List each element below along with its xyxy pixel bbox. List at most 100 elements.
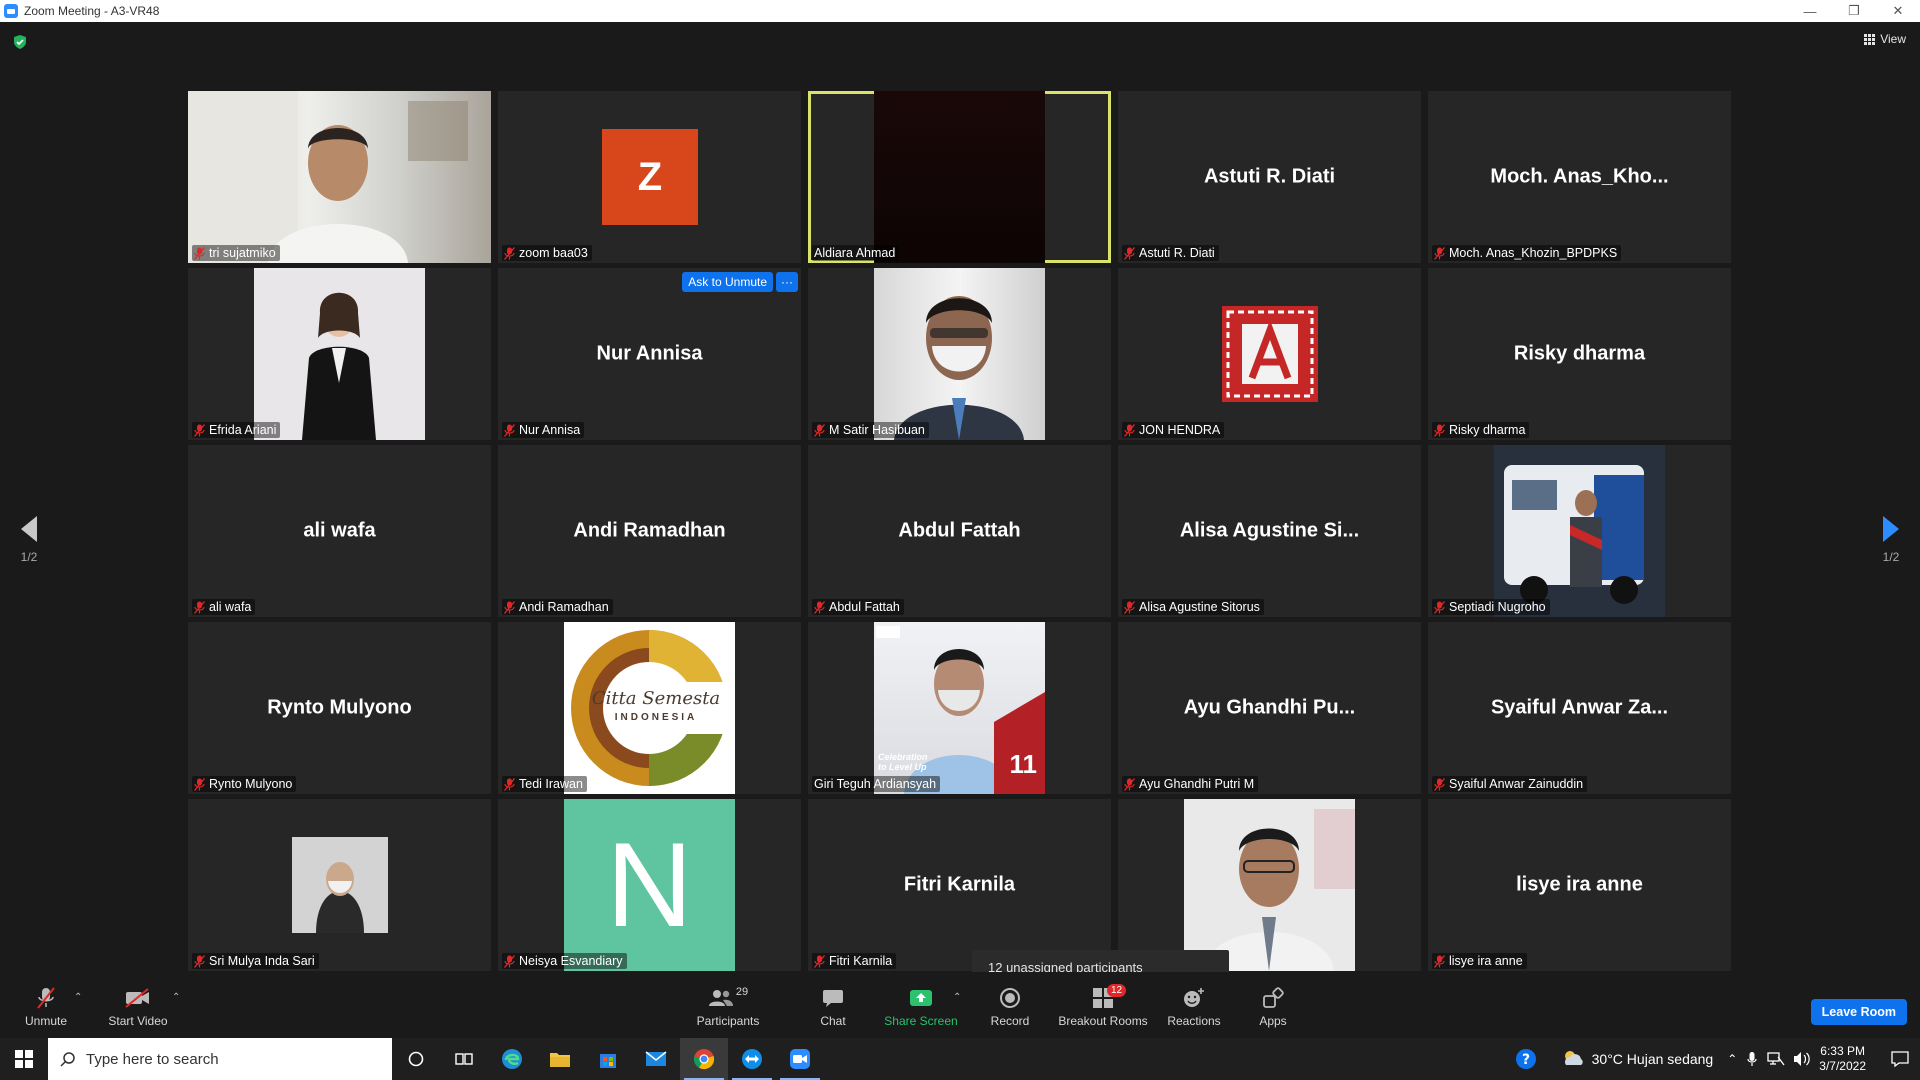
- participant-tile[interactable]: Abdul Fattah Abdul Fattah: [808, 445, 1111, 617]
- share-screen-label: Share Screen: [884, 1014, 958, 1028]
- start-video-button[interactable]: Start Video: [98, 986, 178, 1028]
- ask-to-unmute-button[interactable]: Ask to Unmute: [682, 272, 773, 292]
- participant-name-label: Abdul Fattah: [812, 599, 904, 615]
- participant-video: [874, 268, 1045, 440]
- participant-tile[interactable]: Andi Ramadhan Andi Ramadhan: [498, 445, 801, 617]
- participant-big-name: Nur Annisa: [596, 342, 703, 365]
- microphone-icon[interactable]: [1747, 1051, 1757, 1067]
- chat-button[interactable]: Chat: [793, 986, 873, 1028]
- apps-button[interactable]: Apps: [1233, 986, 1313, 1028]
- participant-video: [188, 91, 491, 263]
- help-button[interactable]: ?: [1502, 1038, 1550, 1080]
- participant-tile[interactable]: Septiadi Nugroho: [1428, 445, 1731, 617]
- participant-tile[interactable]: Celebration to Level Up 11 Giri Teguh Ardi…: [808, 622, 1111, 794]
- notifications-button[interactable]: [1880, 1038, 1920, 1080]
- close-button[interactable]: ✕: [1876, 0, 1920, 22]
- microphone-muted-icon: [814, 954, 825, 968]
- leave-room-button[interactable]: Leave Room: [1810, 999, 1907, 1025]
- taskbar-search[interactable]: Type here to search: [48, 1038, 392, 1080]
- microphone-muted-icon: [504, 954, 515, 968]
- participant-big-name: Astuti R. Diati: [1203, 165, 1336, 188]
- participants-icon: [708, 990, 733, 1006]
- participant-tile[interactable]: N Neisya Esvandiary: [498, 799, 801, 971]
- participant-big-name: Abdul Fattah: [898, 519, 1021, 542]
- microphone-muted-icon: [194, 600, 205, 614]
- participant-tile[interactable]: Citta Semesta INDONESIA Tedi Irawan: [498, 622, 801, 794]
- taskbar-file-explorer[interactable]: [536, 1038, 584, 1080]
- clock-time: 6:33 PM: [1820, 1044, 1865, 1058]
- participant-tile[interactable]: Efrida Ariani: [188, 268, 491, 440]
- participant-tile[interactable]: Risky dharma Risky dharma: [1428, 268, 1731, 440]
- participant-tile[interactable]: M Satir Hasibuan: [808, 268, 1111, 440]
- zoom-app-icon: [4, 4, 18, 18]
- taskbar-mail[interactable]: [632, 1038, 680, 1080]
- participant-name: Efrida Ariani: [209, 423, 277, 437]
- taskbar-chrome[interactable]: [680, 1038, 728, 1080]
- participants-button[interactable]: 29 Participants: [688, 986, 768, 1028]
- participant-tile[interactable]: tri sujatmiko: [188, 91, 491, 263]
- next-page-button[interactable]: 1/2: [1876, 516, 1906, 564]
- avatar-photo: [292, 837, 388, 933]
- video-options-caret[interactable]: ⌃: [172, 992, 180, 1003]
- participant-tile[interactable]: Rynto Mulyono Rynto Mulyono: [188, 622, 491, 794]
- windows-logo-icon: [15, 1050, 33, 1068]
- participant-name: Nur Annisa: [519, 423, 581, 437]
- taskbar-edge[interactable]: [488, 1038, 536, 1080]
- participant-logo: Citta Semesta INDONESIA: [564, 622, 735, 794]
- participant-name: JON HENDRA: [1139, 423, 1221, 437]
- participant-name: Tedi Irawan: [519, 777, 583, 791]
- weather-text: 30°C Hujan sedang: [1591, 1051, 1714, 1067]
- minimize-button[interactable]: —: [1788, 0, 1832, 22]
- chevron-up-icon[interactable]: ⌃: [1727, 1052, 1737, 1066]
- participant-tile[interactable]: Syaiful Anwar Za... Syaiful Anwar Zainudd…: [1428, 622, 1731, 794]
- participant-big-name: Fitri Karnila: [903, 873, 1016, 896]
- participant-name-label: Efrida Ariani: [192, 422, 281, 438]
- participant-tile[interactable]: Nur Annisa Ask to Unmute ··· Nur Annisa: [498, 268, 801, 440]
- participant-tile[interactable]: Aldiara Ahmad: [808, 91, 1111, 263]
- participant-tile[interactable]: ali wafa ali wafa: [188, 445, 491, 617]
- start-button[interactable]: [0, 1038, 48, 1080]
- record-button[interactable]: Record: [970, 986, 1050, 1028]
- network-icon[interactable]: [1767, 1051, 1785, 1067]
- participant-tile[interactable]: Sri Mulya Inda Sari: [188, 799, 491, 971]
- logo-text: Citta Semesta: [591, 688, 721, 709]
- participant-name: Fitri Karnila: [829, 954, 893, 968]
- participant-tile[interactable]: Ayu Ghandhi Pu... Ayu Ghandhi Putri M: [1118, 622, 1421, 794]
- participant-tile[interactable]: Moch. Anas_Kho... Moch. Anas_Khozin_BPDPK…: [1428, 91, 1731, 263]
- volume-icon[interactable]: [1793, 1051, 1811, 1067]
- shield-icon[interactable]: [12, 34, 28, 50]
- participant-tile[interactable]: lisye ira anne lisye ira anne: [1428, 799, 1731, 971]
- participant-tile[interactable]: JON HENDRA: [1118, 268, 1421, 440]
- participant-tile[interactable]: Fitri Karnila Fitri Karnila: [808, 799, 1111, 971]
- participant-name-label: Aldiara Ahmad: [812, 245, 900, 261]
- poster-caption: Celebration to Level Up: [878, 752, 928, 772]
- microphone-muted-icon: [1434, 423, 1445, 437]
- taskbar-teamviewer[interactable]: [728, 1038, 776, 1080]
- reactions-button[interactable]: Reactions: [1154, 986, 1234, 1028]
- participant-tile[interactable]: Santosa: [1118, 799, 1421, 971]
- meeting-toolbar: Unmute ⌃ Start Video ⌃ 29 Participants C…: [0, 972, 1920, 1038]
- taskbar-store[interactable]: [584, 1038, 632, 1080]
- task-view-button[interactable]: [440, 1038, 488, 1080]
- participant-tile[interactable]: Astuti R. Diati Astuti R. Diati: [1118, 91, 1421, 263]
- share-options-caret[interactable]: ⌃: [953, 992, 961, 1003]
- microphone-muted-icon: [194, 777, 205, 791]
- participant-name-label: Alisa Agustine Sitorus: [1122, 599, 1264, 615]
- breakout-rooms-button[interactable]: 12 Breakout Rooms: [1051, 984, 1155, 1028]
- prev-page-button[interactable]: 1/2: [14, 516, 44, 564]
- audio-options-caret[interactable]: ⌃: [74, 992, 82, 1003]
- microphone-muted-icon: [504, 423, 515, 437]
- share-screen-button[interactable]: Share Screen: [881, 986, 961, 1028]
- participant-name-label: Nur Annisa: [502, 422, 585, 438]
- more-options-button[interactable]: ···: [776, 272, 798, 292]
- participant-tile[interactable]: Alisa Agustine Si... Alisa Agustine Sitor…: [1118, 445, 1421, 617]
- svg-text:?: ?: [1522, 1052, 1530, 1068]
- cortana-button[interactable]: [392, 1038, 440, 1080]
- restore-button[interactable]: ❐: [1832, 0, 1876, 22]
- participant-big-name: ali wafa: [303, 519, 376, 542]
- title-bar: Zoom Meeting - A3-VR48 — ❐ ✕: [0, 0, 1920, 22]
- taskbar-zoom[interactable]: [776, 1038, 824, 1080]
- participant-tile[interactable]: Zzoom baa03: [498, 91, 801, 263]
- taskbar-clock[interactable]: 6:33 PM 3/7/2022: [1819, 1044, 1866, 1074]
- view-button[interactable]: View: [1864, 32, 1906, 46]
